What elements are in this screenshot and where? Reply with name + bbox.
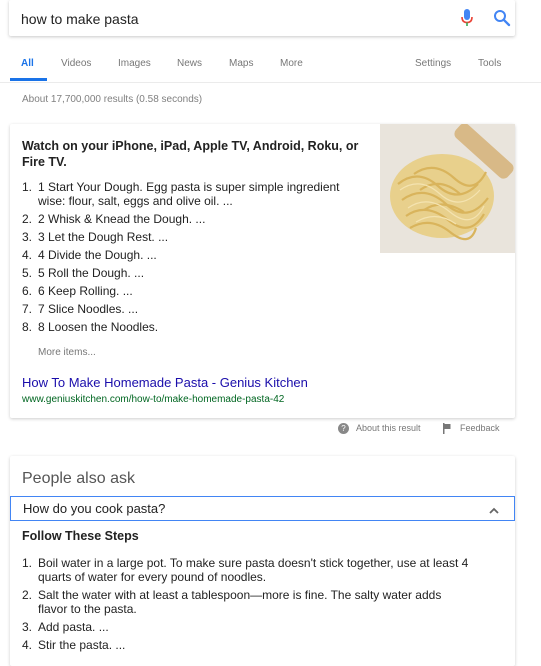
snippet-steps: 1. 1 Start Your Dough. Egg pasta is super… <box>22 180 367 338</box>
people-also-ask-card: People also ask How do you cook pasta? F… <box>10 456 515 666</box>
list-item: 4. Stir the pasta. ... <box>22 638 126 652</box>
tab-videos[interactable]: Videos <box>61 58 91 69</box>
more-items-link[interactable]: More items... <box>38 347 96 358</box>
tab-tools[interactable]: Tools <box>478 58 501 69</box>
list-item: 3. 3 Let the Dough Rest. ... <box>22 230 169 244</box>
search-tabs: All Videos Images News Maps More Setting… <box>0 48 541 82</box>
about-this-result-link[interactable]: About this result <box>356 423 421 433</box>
snippet-heading: Watch on your iPhone, iPad, Apple TV, An… <box>22 139 359 169</box>
list-item: 5. 5 Roll the Dough. ... <box>22 266 145 280</box>
list-item: 3. Add pasta. ... <box>22 620 109 634</box>
result-url: www.geniuskitchen.com/how-to/make-homema… <box>22 394 285 405</box>
feedback-link[interactable]: Feedback <box>460 423 500 433</box>
paa-question-text: How do you cook pasta? <box>23 501 166 516</box>
list-item: 2. Salt the water with at least a tablesp… <box>22 588 442 616</box>
result-title-link[interactable]: How To Make Homemade Pasta - Genius Kitc… <box>22 375 308 390</box>
help-icon[interactable]: ? <box>338 423 349 434</box>
active-tab-indicator <box>10 78 47 81</box>
tab-all[interactable]: All <box>21 58 34 69</box>
result-stats: About 17,700,000 results (0.58 seconds) <box>22 94 203 105</box>
search-icon[interactable] <box>493 9 511 27</box>
flag-icon[interactable] <box>442 423 452 434</box>
list-item: 7. 7 Slice Noodles. ... <box>22 302 139 316</box>
list-item: 2. 2 Whisk & Knead the Dough. ... <box>22 212 206 226</box>
microphone-icon[interactable] <box>460 9 474 27</box>
tabs-divider <box>0 82 541 83</box>
list-item: 6. 6 Keep Rolling. ... <box>22 284 133 298</box>
chevron-up-icon[interactable] <box>488 503 500 514</box>
search-input[interactable]: how to make pasta <box>21 11 139 27</box>
pasta-image[interactable] <box>380 123 515 253</box>
list-item: 4. 4 Divide the Dough. ... <box>22 248 157 262</box>
search-bar[interactable]: how to make pasta <box>9 0 515 36</box>
list-item: 1. Boil water in a large pot. To make sur… <box>22 556 469 584</box>
tab-images[interactable]: Images <box>118 58 151 69</box>
tab-maps[interactable]: Maps <box>229 58 253 69</box>
list-item: 1. 1 Start Your Dough. Egg pasta is super… <box>22 180 340 208</box>
paa-question-row[interactable]: How do you cook pasta? <box>10 496 515 521</box>
answer-steps: 1. Boil water in a large pot. To make sur… <box>22 556 472 656</box>
tab-news[interactable]: News <box>177 58 202 69</box>
answer-heading: Follow These Steps <box>22 529 139 543</box>
list-item: 8. 8 Loosen the Noodles. <box>22 320 159 334</box>
featured-snippet-card: Watch on your iPhone, iPad, Apple TV, An… <box>10 123 515 418</box>
paa-title: People also ask <box>22 470 135 487</box>
about-feedback-bar: ? About this result Feedback <box>0 423 541 437</box>
tab-more[interactable]: More <box>280 58 303 69</box>
tab-settings[interactable]: Settings <box>415 58 451 69</box>
